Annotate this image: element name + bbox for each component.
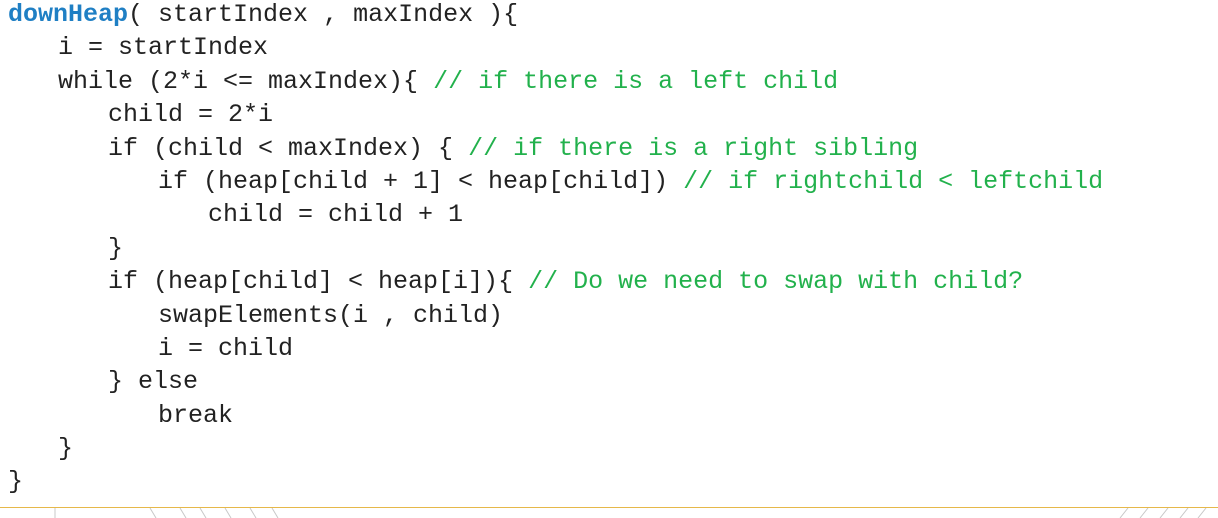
code-line-1: downHeap( startIndex , maxIndex ){ <box>8 0 1103 31</box>
code-line-5: if (child < maxIndex) { // if there is a… <box>8 132 1103 165</box>
code-text: swapElements(i , child) <box>158 300 504 330</box>
code-line-7: child = child + 1 <box>8 198 1103 231</box>
function-name: downHeap <box>8 0 129 29</box>
code-comment: // if there is a right sibling <box>468 133 919 163</box>
code-line-6: if (heap[child + 1] < heap[child]) // if… <box>8 165 1103 198</box>
code-text: break <box>158 400 234 430</box>
footer-decoration <box>54 508 1207 518</box>
code-comment: // if rightchild < leftchild <box>683 166 1104 196</box>
code-comment: // if there is a left child <box>433 66 839 96</box>
code-text: while (2*i <= maxIndex){ <box>58 66 434 96</box>
code-line-8: } <box>8 232 1103 265</box>
code-comment: // Do we need to swap with child? <box>528 267 1024 297</box>
code-line-15: } <box>8 465 1103 498</box>
code-line-4: child = 2*i <box>8 98 1103 131</box>
closing-brace: } <box>108 233 124 263</box>
code-line-11: i = child <box>8 332 1103 365</box>
code-line-13: break <box>8 399 1103 432</box>
code-line-9: if (heap[child] < heap[i]){ // Do we nee… <box>8 265 1103 298</box>
code-line-3: while (2*i <= maxIndex){ // if there is … <box>8 65 1103 98</box>
code-text: child = 2*i <box>108 100 274 130</box>
code-text: } else <box>108 367 199 397</box>
code-text: child = child + 1 <box>208 200 464 230</box>
code-text: i = startIndex <box>58 33 269 63</box>
code-line-10: swapElements(i , child) <box>8 299 1103 332</box>
code-text: if (heap[child + 1] < heap[child]) <box>158 166 684 196</box>
code-line-2: i = startIndex <box>8 31 1103 64</box>
code-text: if (heap[child] < heap[i]){ <box>108 267 529 297</box>
closing-brace: } <box>58 434 74 464</box>
code-text: if (child < maxIndex) { <box>108 133 469 163</box>
code-line-12: } else <box>8 365 1103 398</box>
code-block: downHeap( startIndex , maxIndex ){ i = s… <box>8 0 1103 499</box>
function-signature: ( startIndex , maxIndex ){ <box>128 0 519 29</box>
code-text: i = child <box>158 333 294 363</box>
code-line-14: } <box>8 432 1103 465</box>
closing-brace: } <box>8 467 24 497</box>
